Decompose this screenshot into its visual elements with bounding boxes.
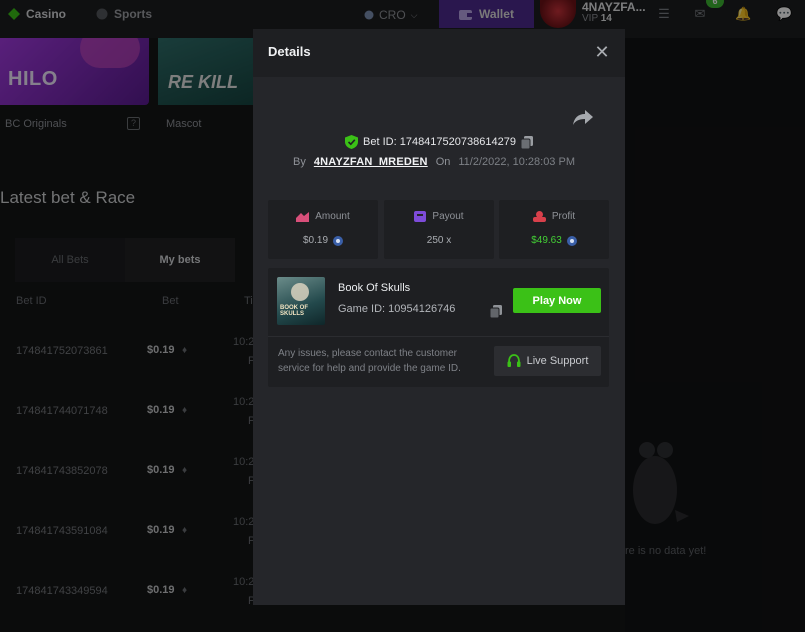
stat-profit-label: Profit (551, 211, 576, 222)
live-support-label: Live Support (526, 355, 589, 367)
copy-icon[interactable] (520, 135, 533, 149)
bet-date: 11/2/2022, 10:28:03 PM (458, 156, 575, 168)
profit-icon (532, 211, 546, 222)
stat-payout: Payout 250 x (384, 200, 494, 259)
stat-amount-label: Amount (315, 211, 350, 222)
by-label: By (293, 156, 306, 168)
game-info-box: BOOK OF SKULLS Book Of Skulls Game ID: 1… (268, 268, 609, 387)
play-now-button[interactable]: Play Now (513, 288, 601, 313)
cro-coin-icon (333, 235, 344, 246)
bet-id: Bet ID: 1748417520738614279 (363, 136, 516, 148)
bet-details-modal: Details ✕ Bet ID: 1748417520738614279 By… (253, 29, 625, 605)
close-icon[interactable]: ✕ (593, 43, 611, 61)
bettor-username-link[interactable]: 4NAYZFAN_MREDEN (314, 156, 428, 168)
shield-check-icon (345, 135, 359, 149)
payout-icon (414, 211, 427, 222)
stat-amount-value: $0.19 (302, 235, 329, 246)
stat-payout-value: 250 x (426, 235, 452, 246)
game-id: Game ID: 10954126746 (338, 303, 456, 315)
amount-icon (296, 211, 310, 222)
stat-profit: Profit $49.63 (499, 200, 609, 259)
game-thumbnail-text: BOOK OF SKULLS (280, 305, 308, 317)
divider (268, 336, 609, 337)
copy-icon[interactable] (490, 305, 502, 318)
modal-title: Details (268, 44, 311, 59)
game-thumbnail[interactable]: BOOK OF SKULLS (277, 277, 325, 325)
share-icon[interactable] (572, 108, 594, 126)
stat-amount: Amount $0.19 (268, 200, 378, 259)
bet-author-line: By 4NAYZFAN_MREDEN On 11/2/2022, 10:28:0… (293, 156, 575, 168)
game-name[interactable]: Book Of Skulls (338, 282, 410, 294)
stat-payout-label: Payout (432, 211, 464, 222)
stat-profit-value: $49.63 (531, 235, 562, 246)
live-support-button[interactable]: Live Support (494, 346, 601, 376)
support-hint-text: Any issues, please contact the customer … (278, 348, 461, 374)
cro-coin-icon (566, 235, 577, 246)
headset-icon (507, 354, 521, 367)
bet-id-line: Bet ID: 1748417520738614279 (253, 135, 625, 149)
on-label: On (435, 156, 451, 168)
modal-header: Details ✕ (253, 29, 625, 77)
skull-image-icon (291, 283, 309, 301)
